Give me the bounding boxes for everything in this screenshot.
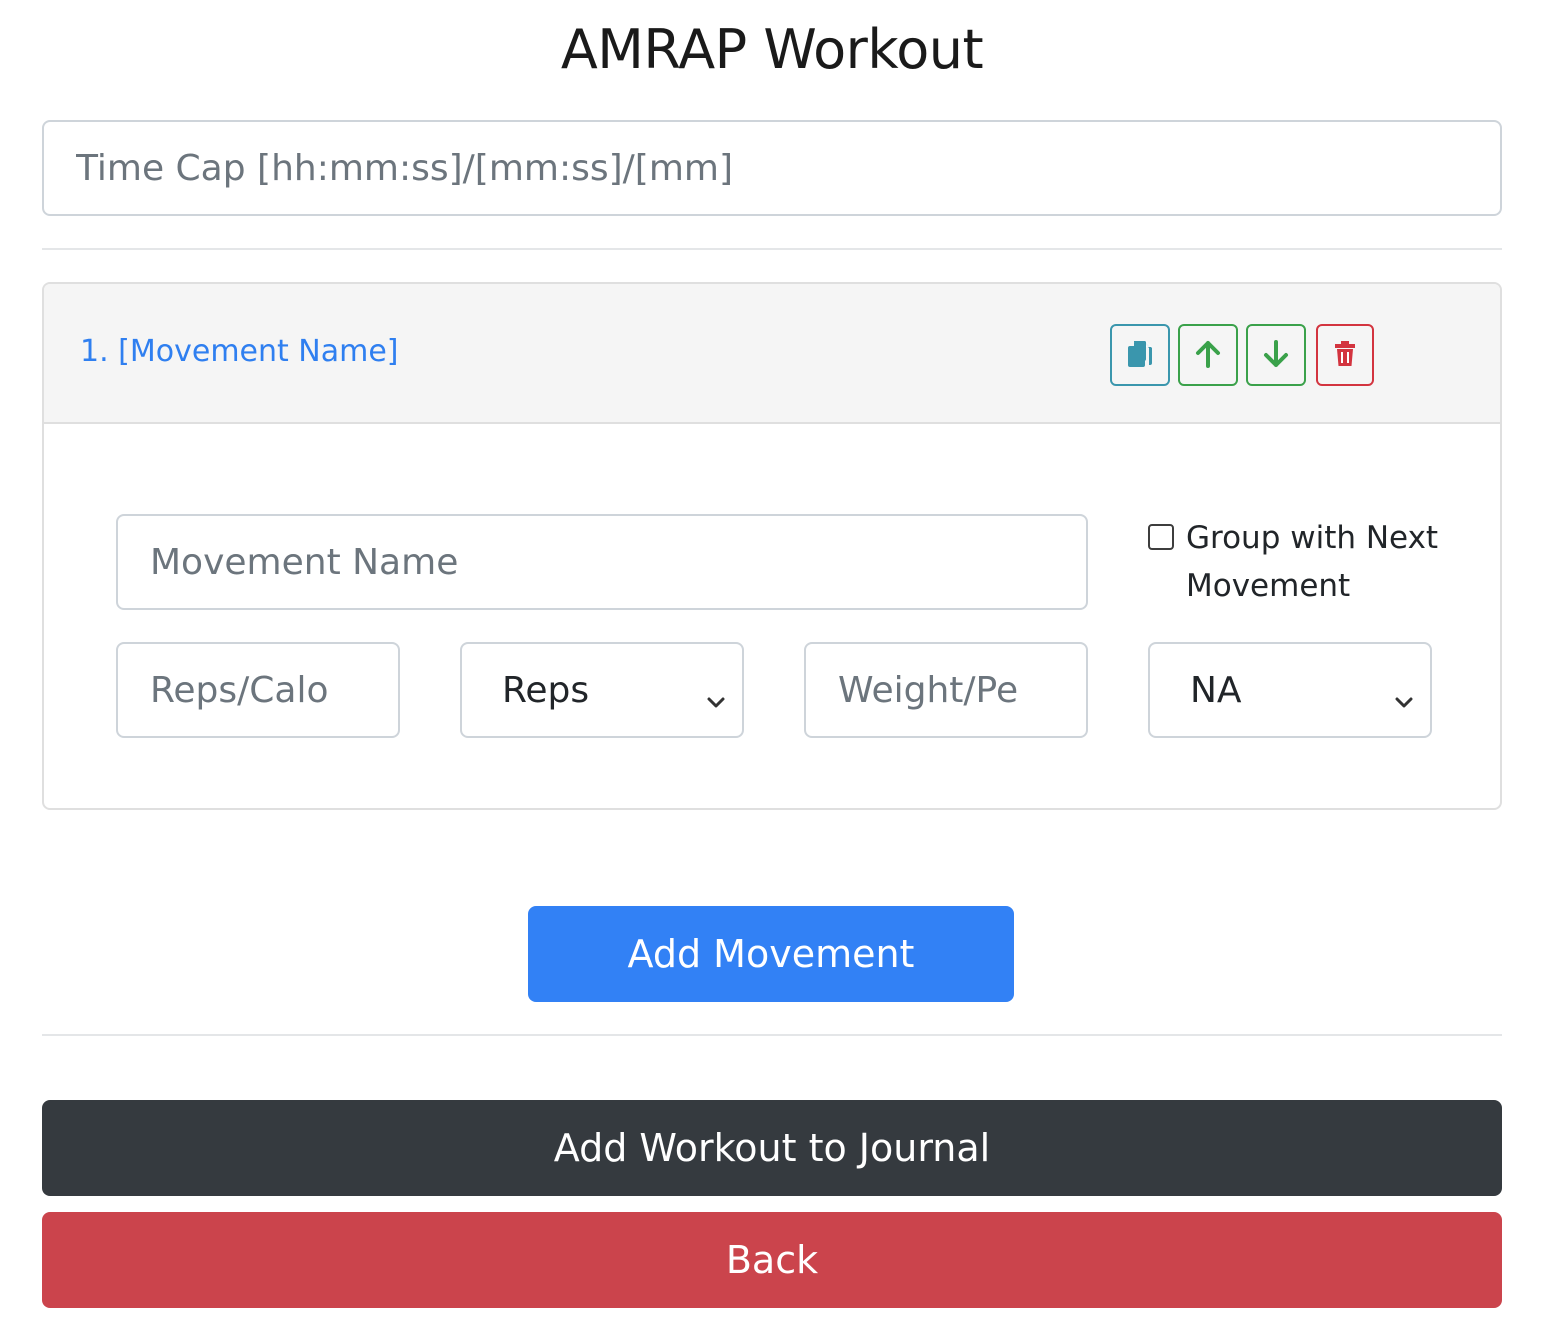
group-with-next-label: Group with Next Movement	[1186, 520, 1439, 604]
arrow-up-icon	[1195, 340, 1221, 371]
delete-movement-button[interactable]	[1316, 324, 1374, 386]
weight-unit-select[interactable]: NA	[1148, 642, 1432, 738]
chevron-down-icon	[706, 678, 726, 719]
divider	[42, 248, 1502, 250]
reps-unit-select[interactable]: Reps	[460, 642, 744, 738]
back-button[interactable]: Back	[42, 1212, 1502, 1308]
reps-calories-input[interactable]	[116, 642, 400, 738]
movement-card-header: 1. [Movement Name]	[44, 284, 1500, 424]
weight-unit-selected: NA	[1190, 669, 1242, 711]
weight-input[interactable]	[804, 642, 1088, 738]
move-down-button[interactable]	[1246, 324, 1306, 386]
time-cap-input[interactable]	[42, 120, 1502, 216]
divider	[42, 1034, 1502, 1036]
movement-name-input[interactable]	[116, 514, 1088, 610]
page-title: AMRAP Workout	[560, 18, 984, 81]
move-up-button[interactable]	[1178, 324, 1238, 386]
reps-unit-selected: Reps	[502, 669, 590, 711]
arrow-down-icon	[1263, 339, 1289, 371]
add-movement-button[interactable]: Add Movement	[528, 906, 1014, 1002]
group-with-next-checkbox[interactable]	[1148, 524, 1174, 550]
chevron-down-icon	[1394, 678, 1414, 719]
add-workout-to-journal-button[interactable]: Add Workout to Journal	[42, 1100, 1502, 1196]
movement-card: 1. [Movement Name] Movement Name Group w…	[42, 282, 1502, 810]
movement-header-link[interactable]: 1. [Movement Name]	[80, 334, 399, 369]
amrap-workout-page: AMRAP Workout 1. [Movement Name]	[0, 0, 1544, 1344]
trash-icon	[1334, 340, 1356, 370]
copy-icon	[1126, 339, 1154, 372]
copy-movement-button[interactable]	[1110, 324, 1170, 386]
